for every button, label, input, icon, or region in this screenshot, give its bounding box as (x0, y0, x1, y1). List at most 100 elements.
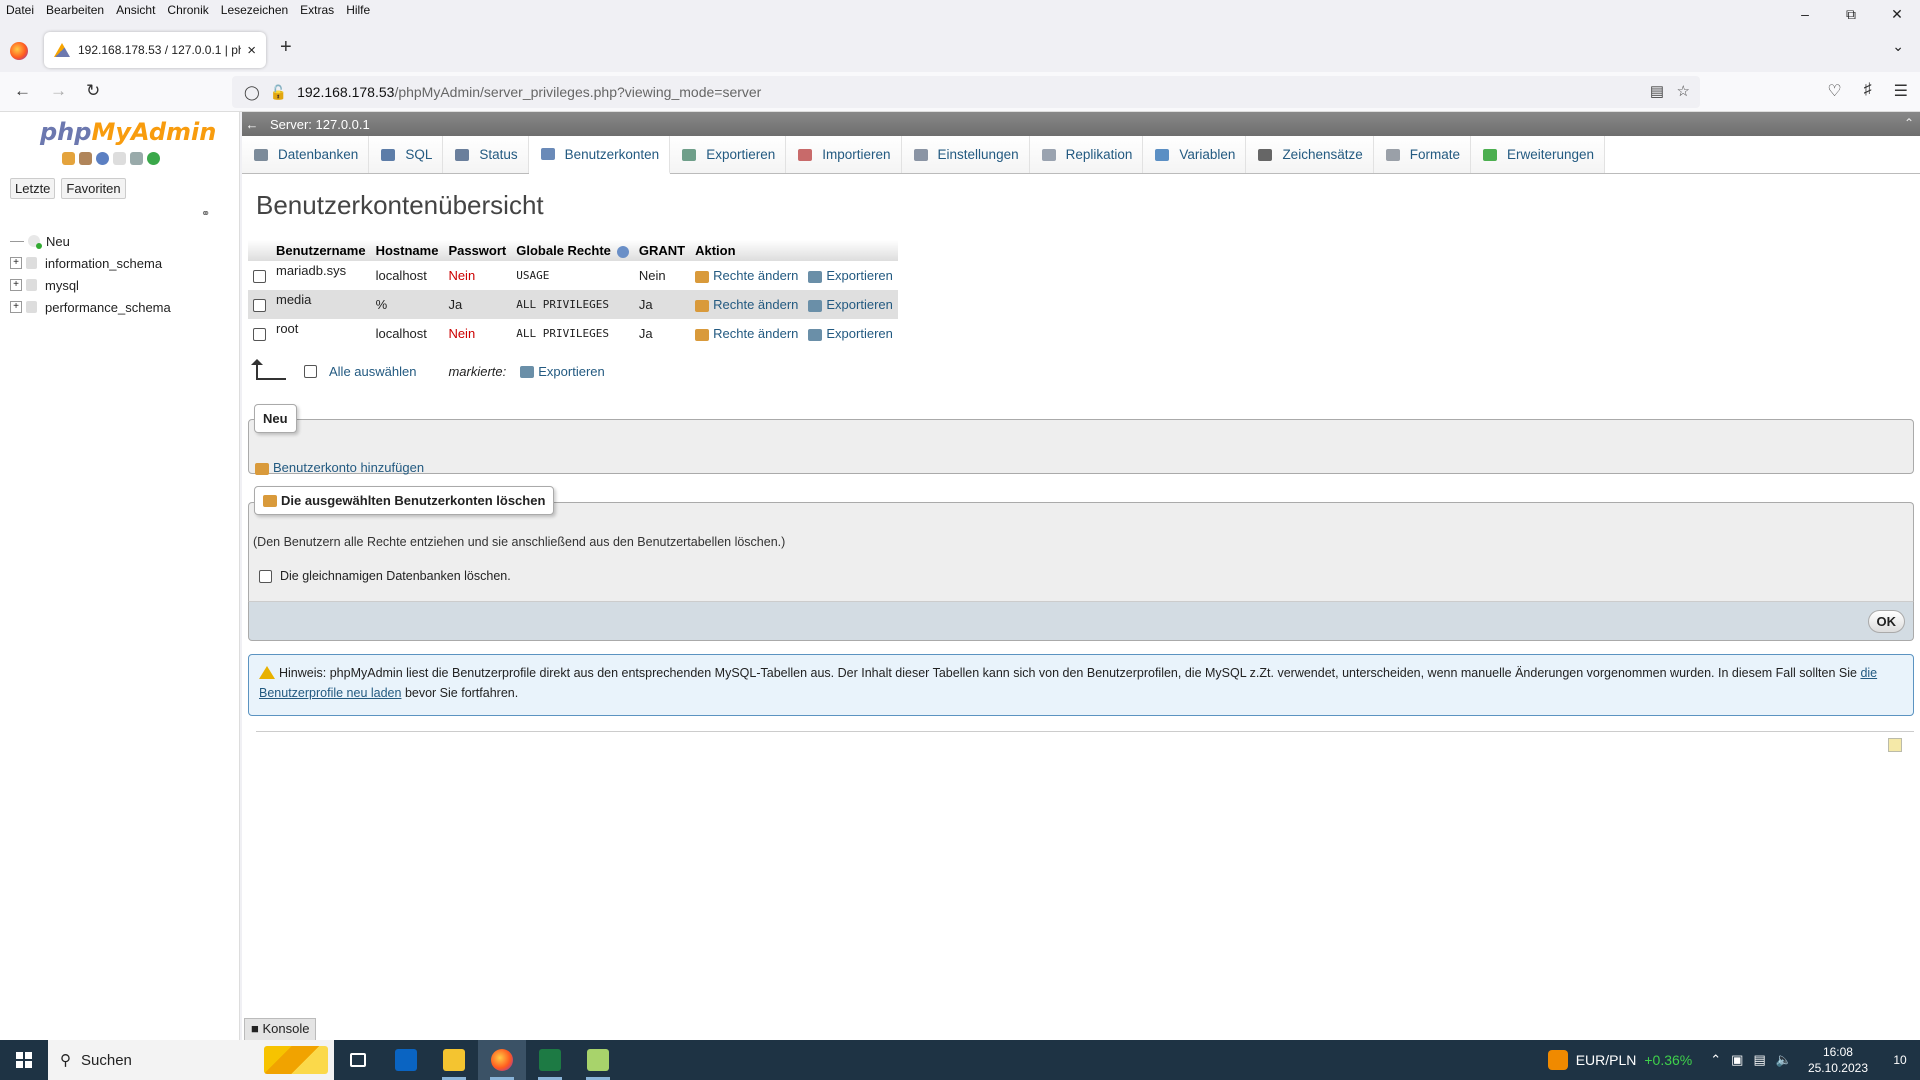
menu-chronik[interactable]: Chronik (167, 3, 208, 17)
help-icon[interactable] (96, 152, 109, 165)
network-icon[interactable]: ▤ (1753, 1052, 1765, 1068)
minimize-icon[interactable]: – (1782, 0, 1828, 28)
pma-navigation-panel: phpMyAdmin Letzte Favoriten ⚭ Neu + info… (0, 112, 240, 1040)
tree-item-mysql[interactable]: + mysql (10, 274, 171, 296)
shield-icon[interactable]: ◯ (244, 84, 260, 101)
tree-item-information-schema[interactable]: + information_schema (10, 252, 171, 274)
settings-icon[interactable] (130, 152, 143, 165)
favorites-button[interactable]: Favoriten (61, 178, 126, 199)
menu-ansicht[interactable]: Ansicht (116, 3, 155, 17)
console-toggle[interactable]: ■ Konsole (244, 1018, 317, 1040)
tree-item-new[interactable]: Neu (10, 230, 171, 252)
notification-button[interactable]: 10 (1880, 1040, 1920, 1080)
drop-databases-checkbox[interactable] (259, 569, 272, 583)
tab-importieren[interactable]: Importieren (786, 136, 902, 173)
tab-datenbanken[interactable]: Datenbanken (242, 136, 370, 173)
outlook-icon (395, 1049, 417, 1071)
menu-bearbeiten[interactable]: Bearbeiten (46, 3, 104, 17)
start-button[interactable] (0, 1040, 48, 1080)
edit-user-icon (695, 270, 710, 283)
tab-sql[interactable]: SQL (369, 136, 444, 173)
user-accounts-table: Benutzername Hostname Passwort Globale R… (248, 240, 898, 348)
expand-icon[interactable]: + (10, 301, 22, 313)
tab-variablen[interactable]: Variablen (1143, 136, 1247, 173)
export-link[interactable]: Exportieren (803, 319, 898, 348)
tree-item-performance-schema[interactable]: + performance_schema (10, 296, 171, 318)
expand-icon[interactable]: + (10, 279, 22, 291)
menu-datei[interactable]: Datei (6, 3, 34, 17)
reload-nav-icon[interactable] (147, 152, 160, 165)
chevron-up-icon[interactable]: ⌃ (1710, 1052, 1721, 1068)
new-tab-icon[interactable]: + (280, 36, 292, 59)
select-all-label[interactable]: Alle auswählen (329, 364, 416, 379)
tab-zeichensaetze[interactable]: Zeichensätze (1246, 136, 1374, 173)
menu-hilfe[interactable]: Hilfe (346, 3, 370, 17)
address-bar[interactable]: ◯ 🔓 192.168.178.53 /phpMyAdmin/server_pr… (232, 76, 1700, 108)
back-icon[interactable]: ← (14, 81, 31, 101)
volume-icon[interactable]: 🔈 (1776, 1052, 1792, 1068)
notepad-button[interactable] (574, 1040, 622, 1080)
hamburger-menu-icon[interactable]: ☰ (1894, 81, 1908, 101)
select-all-checkbox[interactable] (304, 364, 317, 378)
explorer-button[interactable] (430, 1040, 478, 1080)
row-checkbox[interactable] (253, 328, 266, 342)
menu-extras[interactable]: Extras (300, 3, 334, 17)
link-icon[interactable]: ⚭ (201, 207, 210, 220)
collapse-top-icon[interactable]: ⌃ (1904, 116, 1914, 130)
tab-benutzerkonten[interactable]: Benutzerkonten (528, 136, 671, 174)
chevron-down-icon[interactable]: ⌄ (1892, 38, 1904, 55)
export-link[interactable]: Exportieren (803, 290, 898, 319)
outlook-button[interactable] (382, 1040, 430, 1080)
row-checkbox[interactable] (253, 270, 266, 284)
close-tab-icon[interactable]: × (247, 42, 256, 59)
bulk-export-button[interactable]: Exportieren (520, 364, 605, 379)
databases-icon (254, 148, 268, 161)
logout-icon[interactable] (79, 152, 92, 165)
tab-status[interactable]: Status (443, 136, 529, 173)
edit-privileges-link[interactable]: Rechte ändern (690, 319, 804, 348)
edit-user-icon (695, 328, 710, 341)
forward-icon[interactable]: → (50, 81, 67, 101)
clock[interactable]: 16:08 25.10.2023 (1808, 1044, 1868, 1076)
tab-exportieren[interactable]: Exportieren (670, 136, 787, 173)
print-view-icon[interactable] (1888, 738, 1902, 752)
ok-button[interactable]: OK (1867, 610, 1905, 633)
excel-button[interactable] (526, 1040, 574, 1080)
restore-icon[interactable]: ⧉ (1828, 0, 1874, 28)
collapse-sidebar-icon[interactable]: ← (242, 117, 262, 132)
meet-now-icon[interactable]: ▣ (1731, 1052, 1743, 1068)
delete-user-icon (263, 494, 277, 507)
system-tray: EUR/PLN +0.36% ⌃ ▣ ▤ 🔈 16:08 25.10.2023 … (1547, 1040, 1920, 1080)
task-view-button[interactable] (334, 1040, 382, 1080)
reload-icon[interactable]: ↻ (86, 81, 100, 101)
firefox-view-icon[interactable] (10, 42, 28, 60)
cell-privileges: ALL PRIVILEGES (511, 319, 634, 348)
phpmyadmin-logo[interactable]: phpMyAdmin (40, 118, 216, 146)
row-checkbox[interactable] (253, 299, 266, 313)
pocket-icon[interactable]: ♡ (1827, 81, 1841, 101)
reader-bookmark-icons[interactable]: ▤ ☆ (1650, 82, 1690, 100)
taskbar-search[interactable]: ⚲ Suchen (48, 1040, 334, 1080)
server-label[interactable]: Server: 127.0.0.1 (270, 117, 370, 132)
recent-button[interactable]: Letzte (10, 178, 56, 199)
extensions-icon[interactable]: ♯ (1864, 81, 1872, 101)
edit-privileges-link[interactable]: Rechte ändern (690, 290, 804, 319)
close-window-icon[interactable]: ✕ (1874, 0, 1920, 28)
expand-icon[interactable]: + (10, 257, 22, 269)
export-link[interactable]: Exportieren (803, 261, 898, 290)
tab-einstellungen[interactable]: Einstellungen (901, 136, 1030, 173)
add-user-link[interactable]: Benutzerkonto hinzufügen (255, 460, 424, 475)
firefox-button[interactable] (478, 1040, 526, 1080)
help-icon[interactable] (616, 245, 629, 258)
currency-widget[interactable]: EUR/PLN +0.36% (1547, 1050, 1692, 1070)
tab-erweiterungen[interactable]: Erweiterungen (1471, 136, 1606, 173)
browser-tab[interactable]: 192.168.178.53 / 127.0.0.1 | phpMyAdmin … (44, 32, 266, 68)
tab-formate[interactable]: Formate (1373, 136, 1471, 173)
tab-replikation[interactable]: Replikation (1029, 136, 1144, 173)
home-icon[interactable] (62, 152, 75, 165)
edit-privileges-link[interactable]: Rechte ändern (690, 261, 804, 290)
cell-grant: Ja (633, 319, 691, 348)
lock-icon[interactable]: 🔓 (270, 84, 287, 101)
menu-lesezeichen[interactable]: Lesezeichen (221, 3, 288, 17)
docs-icon[interactable] (113, 152, 126, 165)
